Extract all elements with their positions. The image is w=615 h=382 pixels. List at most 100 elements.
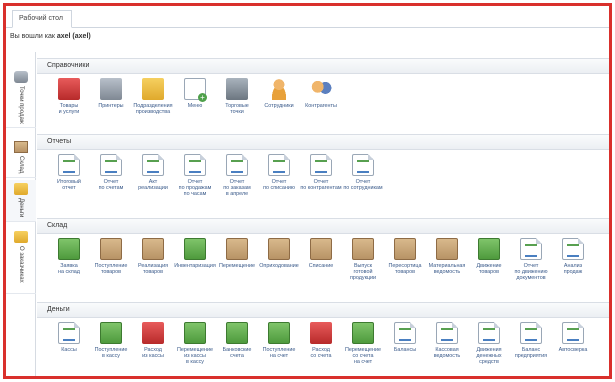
shortcut-item[interactable]: Итоговый отчет [47, 154, 91, 191]
menu-icon [184, 78, 207, 102]
shortcut-item[interactable]: Отчет по счетам [89, 154, 133, 191]
side-panel: Точки продаж Склад Деньги О заказчиках [6, 52, 36, 376]
shortcut-item[interactable]: Акт реализации [131, 154, 175, 191]
shortcut-label: Заявка на склад [58, 263, 80, 276]
bank-out-icon [310, 322, 332, 344]
shortcut-item[interactable]: Поступление в кассу [89, 322, 133, 359]
shortcut-item[interactable]: Перемещение [215, 238, 259, 269]
shortcut-label: Контрагенты [305, 103, 337, 109]
shortcut-item[interactable]: Перемещение из кассы в кассу [173, 322, 217, 366]
shortcut-label: Реализация товаров [138, 263, 168, 276]
shortcut-label: Расход из кассы [142, 347, 164, 360]
bank-in-icon [268, 322, 290, 344]
shortcut-item[interactable]: Контрагенты [299, 78, 343, 109]
shortcut-item[interactable]: Банковские счета [215, 322, 259, 359]
shortcut-item[interactable]: Реализация товаров [131, 238, 175, 275]
shortcut-label: Списание [308, 263, 334, 269]
shortcut-item[interactable]: Анализ продаж [551, 238, 595, 275]
shortcut-item[interactable]: Поступление товаров [89, 238, 133, 275]
shortcut-label: Поступление в кассу [94, 347, 128, 360]
user-line: Вы вошли как axel (axel) [6, 28, 609, 46]
tab-desktop[interactable]: Рабочий стол [12, 10, 72, 28]
printer-icon [100, 78, 122, 100]
shortcut-item[interactable]: Баланс предприятия [509, 322, 553, 359]
shortcut-item[interactable]: Оприходование [257, 238, 301, 269]
shortcut-item[interactable]: Сотрудники [257, 78, 301, 109]
shortcut-item[interactable]: Перемещение со счета на счет [341, 322, 385, 366]
shortcut-item[interactable]: Кассовая ведомость [425, 322, 469, 359]
side-customers[interactable]: О заказчиках [6, 228, 36, 294]
shortcut-item[interactable]: Материальная ведомость [425, 238, 469, 275]
shortcut-label: Поступление товаров [94, 263, 128, 276]
shortcut-item[interactable]: Списание [299, 238, 343, 269]
shortcut-item[interactable]: Товары и услуги [47, 78, 91, 115]
shortcut-item[interactable]: Меню [173, 78, 217, 109]
shortcut-label: Отчет по заказам в апреле [223, 179, 251, 198]
bank-move-icon [352, 322, 374, 344]
shortcut-item[interactable]: Движения денежных средств [467, 322, 511, 366]
user-prefix: Вы вошли как [10, 33, 55, 40]
shortcut-item[interactable]: Балансы [383, 322, 427, 353]
content-area: Справочники Товары и услуги Принтеры Подра… [37, 52, 609, 376]
movement-icon [478, 238, 500, 260]
report-icon [478, 322, 500, 344]
report-icon [226, 154, 248, 176]
report-icon [562, 322, 584, 344]
shortcut-item[interactable]: Инвентаризация [173, 238, 217, 269]
shortcut-label: Акт реализации [138, 179, 168, 192]
shortcut-label: Меню [187, 103, 203, 109]
side-sales-points[interactable]: Точки продаж [6, 68, 36, 128]
shortcut-item[interactable]: Движение товаров [467, 238, 511, 275]
shortcut-item[interactable]: Отчет по контрагентам [299, 154, 343, 191]
shortcut-item[interactable]: Автосверка [551, 322, 595, 353]
side-money[interactable]: Деньги [6, 180, 36, 222]
section-title: Склад [37, 218, 609, 234]
printer-folder-icon [142, 78, 164, 100]
shortcut-item[interactable]: Торговые точки [215, 78, 259, 115]
shortcut-label: Баланс предприятия [514, 347, 548, 360]
section-money: Деньги Кассы Поступление в кассу Расход из… [37, 302, 609, 376]
shortcut-item[interactable]: Кассы [47, 322, 91, 353]
shortcut-item[interactable]: Принтеры [89, 78, 133, 109]
shortcut-item[interactable]: Отчет по сотрудникам [341, 154, 385, 191]
report-icon [562, 238, 584, 260]
staff-report-icon [352, 154, 374, 176]
shortcut-item[interactable]: Расход из кассы [131, 322, 175, 359]
box-out-icon [310, 238, 332, 260]
side-warehouse[interactable]: Склад [6, 138, 36, 178]
shortcut-label: Движение товаров [476, 263, 502, 276]
shortcut-label: Выпуск готовой продукции [349, 263, 377, 282]
shortcut-label: Движения денежных средств [476, 347, 502, 366]
shortcut-item[interactable]: Отчет по заказам в апреле [215, 154, 259, 198]
shortcut-item[interactable]: Подразделения производства [131, 78, 175, 115]
box-icon [14, 141, 28, 153]
shortcut-item[interactable]: Заявка на склад [47, 238, 91, 275]
side-label: Деньги [18, 198, 24, 218]
shortcut-label: Подразделения производства [133, 103, 173, 116]
section-warehouse: Склад Заявка на склад Поступление товаров… [37, 218, 609, 298]
shortcut-label: Торговые точки [225, 103, 249, 116]
shortcut-item[interactable]: Отчет по списанию [257, 154, 301, 191]
shortcut-label: Отчет по счетам [98, 179, 124, 192]
shortcut-label: Перемещение из кассы в кассу [177, 347, 213, 366]
production-icon [352, 238, 374, 260]
shortcut-item[interactable]: Отчет по продажам по часам [173, 154, 217, 198]
shortcut-label: Отчет по контрагентам [300, 179, 342, 192]
shortcut-item[interactable]: Выпуск готовой продукции [341, 238, 385, 282]
side-label: О заказчиках [18, 246, 24, 283]
report-icon [394, 322, 416, 344]
report-icon [520, 322, 542, 344]
section-title: Деньги [37, 302, 609, 318]
report-icon [184, 154, 206, 176]
shortcut-label: Расход со счета [310, 347, 332, 360]
shortcut-label: Балансы [393, 347, 417, 353]
shortcut-item[interactable]: Отчет по движению документов [509, 238, 553, 282]
shortcut-item[interactable]: Поступление на счет [257, 322, 301, 359]
shortcut-item[interactable]: Расход со счета [299, 322, 343, 359]
shortcut-item[interactable]: Пересортица товаров [383, 238, 427, 275]
shortcut-label: Отчет по продажам по часам [178, 179, 212, 198]
cash-out-icon [142, 322, 164, 344]
shortcut-label: Принтеры [98, 103, 124, 109]
section-reports: Отчеты Итоговый отчет Отчет по счетам Акт … [37, 134, 609, 214]
shortcut-label: Банковские счета [222, 347, 252, 360]
